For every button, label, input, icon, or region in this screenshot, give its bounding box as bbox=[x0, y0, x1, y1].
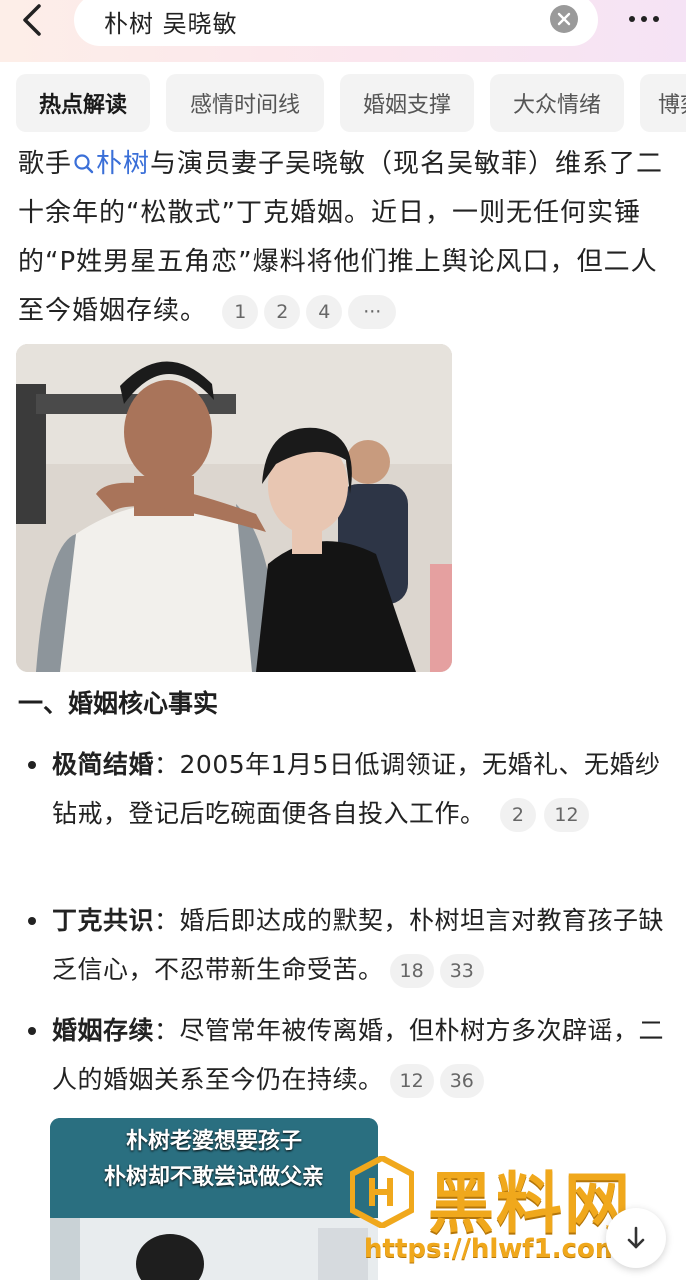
bullet-dot-icon bbox=[28, 1027, 36, 1035]
more-dot-icon bbox=[641, 16, 647, 22]
section-title: 一、婚姻核心事实 bbox=[18, 689, 219, 718]
watermark-url: https://hlwf1.com bbox=[364, 1234, 622, 1264]
list-item-term: 丁克共识 bbox=[52, 906, 155, 935]
close-icon bbox=[557, 12, 571, 26]
top-bar: 朴树 吴晓敏 bbox=[0, 0, 686, 62]
citation-badge[interactable]: 18 bbox=[389, 954, 434, 988]
arrow-down-icon bbox=[627, 1226, 645, 1249]
list-item-term: 极简结婚 bbox=[52, 750, 155, 779]
video-caption-line: 朴树却不敢尝试做父亲 bbox=[103, 1165, 324, 1190]
more-citations-badge[interactable]: ··· bbox=[348, 294, 397, 329]
back-button[interactable] bbox=[14, 2, 50, 38]
citation-badge[interactable]: 36 bbox=[439, 1064, 484, 1098]
bullet-dot-icon bbox=[28, 917, 36, 925]
list-item-text: 丁克共识：婚后即达成的默契，朴树坦言对教育孩子缺乏信心，不忍带新生命受苦。 18 3… bbox=[52, 896, 672, 994]
list-item-term: 婚姻存续 bbox=[52, 1016, 155, 1045]
citation-badge[interactable]: 2 bbox=[499, 798, 536, 832]
search-icon bbox=[74, 154, 94, 174]
entity-link[interactable]: 朴树 bbox=[72, 149, 150, 179]
clear-search-button[interactable] bbox=[550, 5, 578, 33]
video-thumbnail[interactable]: 朴树老婆想要孩子 朴树却不敢尝试做父亲 bbox=[50, 1118, 378, 1280]
tab-public-sentiment[interactable]: 大众情绪 bbox=[490, 74, 624, 132]
tab-relationship-timeline[interactable]: 感情时间线 bbox=[166, 74, 324, 132]
watermark-text: 黑料网 bbox=[428, 1165, 632, 1242]
video-caption-line: 朴树老婆想要孩子 bbox=[125, 1129, 302, 1154]
citation-badge[interactable]: 33 bbox=[439, 954, 484, 988]
list-item-colon: ： bbox=[154, 1016, 180, 1045]
more-dot-icon bbox=[629, 16, 635, 22]
video-caption: 朴树老婆想要孩子 朴树却不敢尝试做父亲 bbox=[50, 1118, 378, 1218]
bullet-dot-icon bbox=[28, 761, 36, 769]
search-query: 朴树 吴晓敏 bbox=[104, 10, 238, 38]
more-options-button[interactable] bbox=[620, 4, 668, 34]
list-item-text: 婚姻存续：尽管常年被传离婚，但朴树方多次辟谣，二人的婚姻关系至今仍在持续。 12 3… bbox=[52, 1006, 672, 1104]
scroll-down-button[interactable] bbox=[606, 1208, 666, 1268]
tab-marriage-support[interactable]: 婚姻支撑 bbox=[340, 74, 474, 132]
chevron-left-icon bbox=[23, 4, 41, 36]
topic-tabs: 热点解读 感情时间线 婚姻支撑 大众情绪 博弈 bbox=[0, 70, 686, 136]
intro-prefix: 歌手 bbox=[18, 149, 73, 179]
watermark-logo-icon bbox=[350, 1156, 414, 1228]
list-item-colon: ： bbox=[154, 906, 180, 935]
photo-image bbox=[16, 344, 452, 672]
more-dot-icon bbox=[653, 16, 659, 22]
tab-hot-analysis[interactable]: 热点解读 bbox=[16, 74, 150, 132]
citation-badge[interactable]: 2 bbox=[264, 294, 301, 329]
list-item: 极简结婚：2005年1月5日低调领证，无婚礼、无婚纱钻戒，登记后吃碗面便各自投入… bbox=[22, 740, 672, 838]
video-frame-image bbox=[50, 1218, 378, 1280]
couple-photo[interactable] bbox=[16, 344, 452, 672]
list-item-colon: ： bbox=[154, 750, 180, 779]
intro-paragraph: 歌手 朴树与演员妻子吴晓敏（现名吴敏菲）维系了二十余年的“松散式”丁克婚姻。近日，… bbox=[18, 140, 678, 336]
citation-badge[interactable]: 12 bbox=[544, 798, 589, 832]
list-item: 婚姻存续：尽管常年被传离婚，但朴树方多次辟谣，二人的婚姻关系至今仍在持续。 12 3… bbox=[22, 1006, 672, 1104]
citation-badge[interactable]: 4 bbox=[306, 294, 343, 329]
tab-game[interactable]: 博弈 bbox=[640, 74, 686, 132]
list-item-text: 极简结婚：2005年1月5日低调领证，无婚礼、无婚纱钻戒，登记后吃碗面便各自投入… bbox=[52, 740, 672, 838]
citation-badge[interactable]: 12 bbox=[389, 1064, 434, 1098]
citation-badge[interactable]: 1 bbox=[222, 294, 259, 329]
list-item: 丁克共识：婚后即达成的默契，朴树坦言对教育孩子缺乏信心，不忍带新生命受苦。 18 3… bbox=[22, 896, 672, 994]
entity-link-label: 朴树 bbox=[96, 149, 151, 179]
search-input[interactable]: 朴树 吴晓敏 bbox=[74, 0, 598, 46]
